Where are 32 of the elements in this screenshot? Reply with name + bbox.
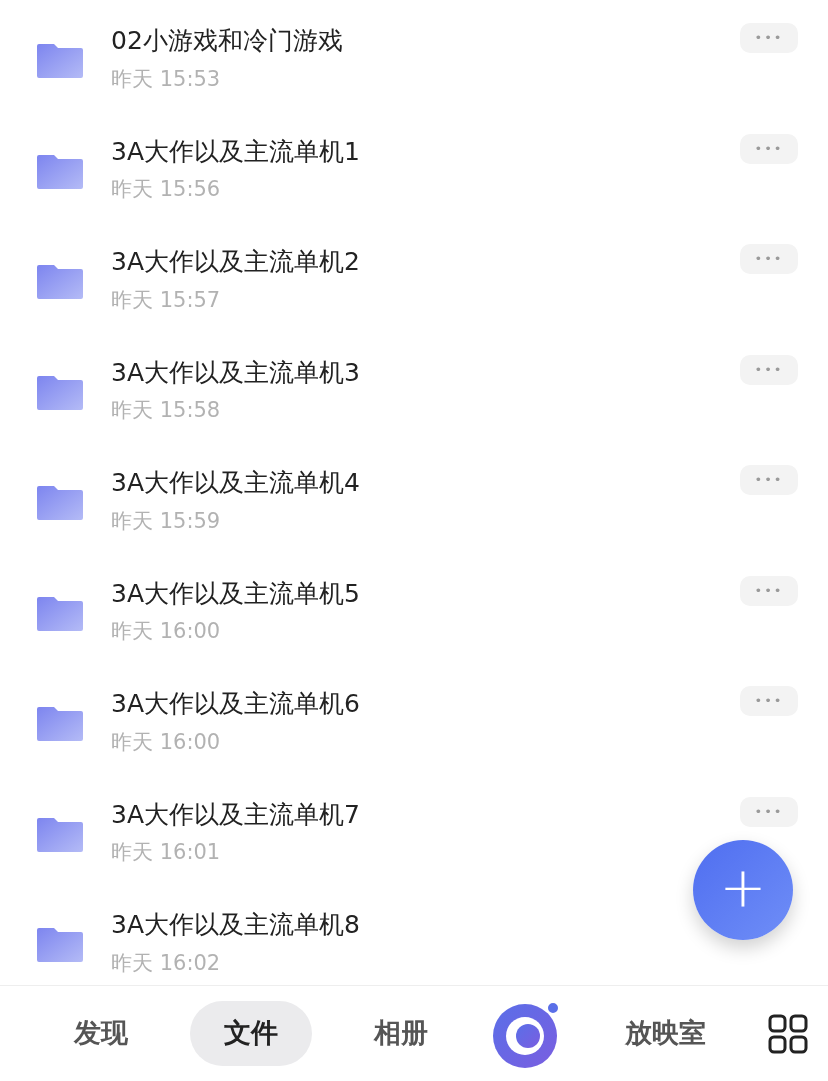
folder-name[interactable]: 3A大作以及主流单机7 (111, 798, 740, 832)
folder-name[interactable]: 3A大作以及主流单机3 (111, 356, 740, 390)
nav-tab[interactable]: 放映室 (590, 1001, 740, 1066)
nav-tab[interactable]: 发现 (40, 1001, 162, 1066)
modified-date: 昨天 15:56 (111, 176, 222, 204)
modified-date: 昨天 15:58 (111, 397, 222, 425)
folder-icon (37, 705, 83, 742)
folder-name[interactable]: 3A大作以及主流单机6 (111, 688, 740, 721)
folder-icon (37, 373, 83, 410)
nav-tab[interactable]: 文件 (190, 1001, 313, 1066)
modified-date: 昨天 15:59 (111, 507, 222, 535)
nav-tab[interactable]: 相册 (340, 1001, 463, 1066)
folder-name[interactable]: 02小游戏和冷门游戏 (111, 25, 740, 58)
folder-name[interactable]: 3A大作以及主流单机1 (111, 135, 740, 169)
add-button[interactable]: + (693, 840, 793, 940)
folder-icon (37, 815, 83, 852)
folder-icon (37, 484, 83, 521)
modified-date: 昨天 16:00 (111, 618, 222, 646)
folder-name[interactable]: 3A大作以及主流单机4 (111, 467, 740, 500)
modified-date: 昨天 16:02 (111, 949, 222, 977)
modified-date: 昨天 15:53 (111, 65, 222, 93)
folder-icon (37, 926, 83, 963)
modified-date: 昨天 16:01 (111, 839, 222, 867)
folder-name[interactable]: 3A大作以及主流单机5 (111, 577, 740, 611)
modified-date: 昨天 15:57 (111, 286, 222, 314)
folder-icon (37, 594, 83, 631)
modified-date: 昨天 16:00 (111, 728, 222, 756)
folder-icon (37, 42, 83, 79)
folder-icon (37, 263, 83, 300)
folder-icon (37, 152, 83, 189)
folder-name[interactable]: 3A大作以及主流单机2 (111, 246, 740, 279)
grid-icon[interactable] (767, 1013, 808, 1054)
